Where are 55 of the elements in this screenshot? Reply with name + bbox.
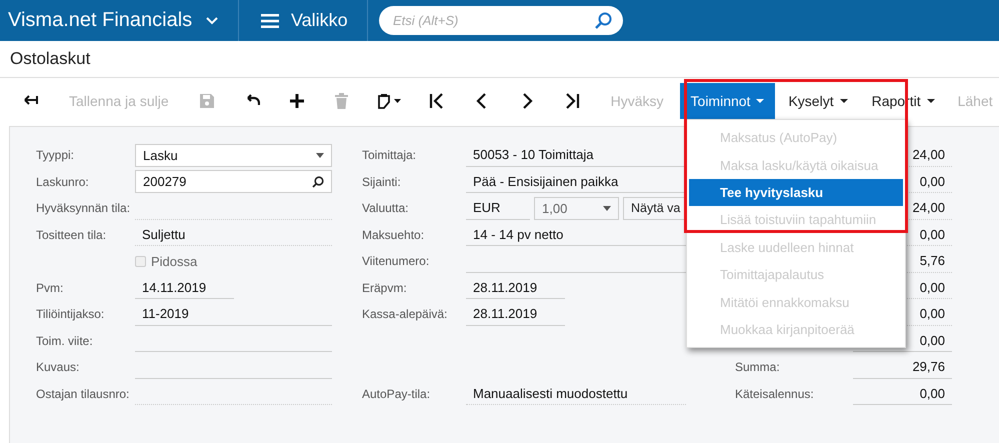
field-label: Tiliöintijakso:: [36, 307, 106, 322]
amount-field: 0,00: [853, 382, 952, 406]
field-label: Eräpvm:: [362, 280, 408, 295]
text-field[interactable]: 14 - 14 pv netto: [466, 223, 686, 246]
readonly-field: Suljettu: [135, 223, 332, 246]
text-field[interactable]: Pää - Ensisijainen paikka: [466, 170, 686, 194]
menu-dropdown-button[interactable]: Toiminnot: [680, 83, 776, 119]
field-label: AutoPay-tila:: [362, 386, 432, 401]
date-field[interactable]: 28.11.2019: [466, 276, 565, 300]
caret-down-icon: [603, 206, 611, 211]
field-label: Käteisalennus:: [735, 386, 815, 401]
menu-dropdown-button[interactable]: Kyselyt: [777, 83, 859, 119]
date-field[interactable]: 28.11.2019: [466, 302, 565, 326]
field-label: Toim. viite:: [36, 334, 94, 348]
field-label: Ostajan tilausnro:: [36, 386, 130, 401]
amount-field: 29,76: [853, 356, 952, 379]
menu-button[interactable]: Valikko: [239, 0, 368, 41]
first-page-icon: [429, 93, 446, 109]
field-label: Kuvaus:: [36, 360, 80, 374]
field-label: Kassa-alepäivä:: [362, 307, 448, 322]
field-label: Summa:: [735, 360, 781, 374]
chevron-down-icon[interactable]: [206, 16, 218, 24]
field-label: Pvm:: [36, 280, 64, 295]
text-field[interactable]: 50053 - 10 Toimittaja: [466, 144, 686, 167]
field-label: Viitenumero:: [362, 254, 430, 268]
search-icon: [312, 176, 324, 188]
clipboard-icon: [376, 93, 403, 109]
field-label: Tositteen tila:: [36, 228, 108, 242]
field-label: Valuutta:: [362, 201, 410, 216]
show-rate-button[interactable]: Näytä va: [623, 196, 686, 220]
caret-down-icon: [316, 152, 324, 158]
readonly-field: Manuaalisesti muodostettu: [466, 382, 686, 406]
product-name: Visma.net Financials: [8, 9, 192, 32]
hamburger-icon: [261, 14, 279, 28]
field-label: Hyväksynnän tila:: [36, 201, 132, 216]
last-page-icon: [564, 93, 580, 109]
currency-field[interactable]: EUR: [466, 196, 530, 220]
select-field[interactable]: Lasku: [135, 144, 332, 167]
rate-field[interactable]: 1,00: [534, 196, 619, 220]
text-field[interactable]: 11-2019: [135, 302, 332, 326]
search-field[interactable]: Etsi (Alt+S): [379, 6, 623, 35]
menu-item[interactable]: Tee hyvityslasku: [689, 178, 903, 206]
field-label: Toimittaja:: [362, 148, 418, 162]
field-label: Maksuehto:: [362, 228, 426, 242]
date-field[interactable]: 14.11.2019: [135, 276, 234, 300]
field-label: Sijainti:: [362, 174, 402, 189]
search-icon[interactable]: [595, 12, 612, 29]
page-title: Ostolaskut: [10, 49, 90, 69]
lookup-field[interactable]: 200279: [135, 170, 332, 194]
field-label: Laskunro:: [36, 174, 90, 189]
checkbox-label: Pidossa: [151, 254, 198, 269]
field-label: Tyyppi:: [36, 148, 76, 162]
trash-icon: [334, 93, 350, 109]
plus-icon: [289, 93, 306, 109]
save-icon: [199, 93, 216, 109]
